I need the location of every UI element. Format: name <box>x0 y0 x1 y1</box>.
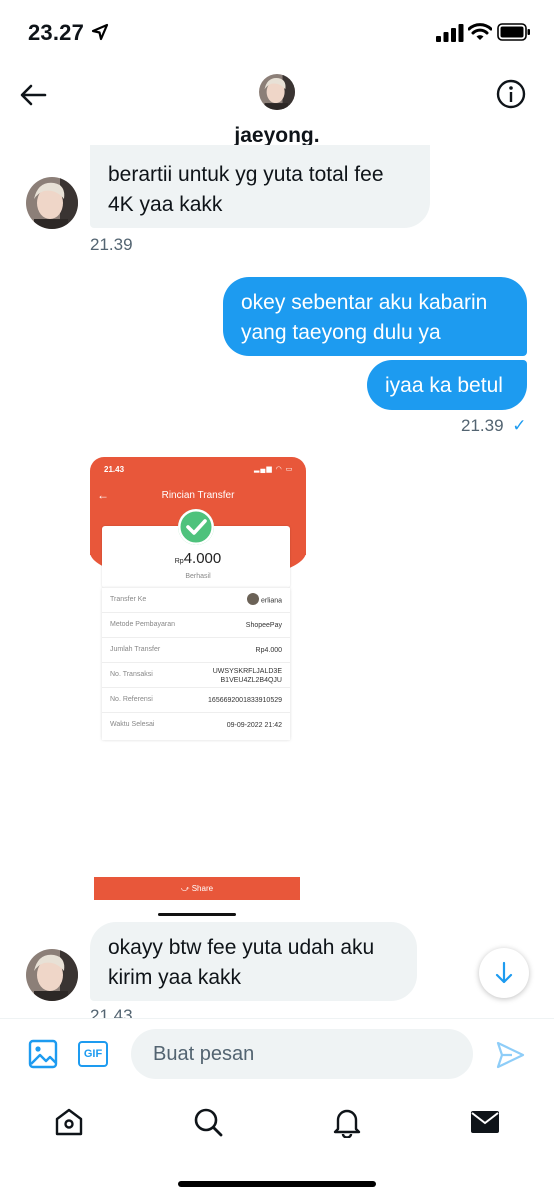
receipt-row: No. Referensi 1656692001833910529 <box>102 688 290 713</box>
receipt-row-value: Rp4.000 <box>255 647 282 654</box>
receipt-row: Transfer Ke erliana <box>102 588 290 613</box>
receipt-amount: Rp4.000 <box>90 550 306 567</box>
receipt-row-label: No. Transaksi <box>110 671 153 678</box>
check-icon <box>178 509 214 545</box>
status-time: 23.27 <box>28 20 85 45</box>
receipt-row: Jumlah Transfer Rp4.000 <box>102 638 290 663</box>
receipt-status-icons: ▂▄▆ ◠ ▭ <box>254 466 294 473</box>
home-indicator <box>178 1181 376 1187</box>
message-bubble-outgoing[interactable]: iyaa ka betul <box>367 360 527 410</box>
home-icon[interactable] <box>53 1106 85 1138</box>
receipt-row-label: Jumlah Transfer <box>110 646 161 653</box>
receipt-home-indicator <box>158 913 236 916</box>
sender-avatar[interactable] <box>26 949 78 1001</box>
receipt-amount-currency: Rp <box>174 558 184 565</box>
receipt-row-label: Waktu Selesai <box>110 721 155 728</box>
message-bubble-outgoing[interactable]: okey sebentar aku kabarin yang taeyong d… <box>223 277 527 356</box>
status-bar: 23.27 <box>0 0 554 66</box>
receipt-status-time: 21.43 <box>104 465 125 474</box>
message-timestamp: 21.39 <box>90 235 133 254</box>
send-icon[interactable] <box>494 1039 526 1071</box>
recipient-avatar <box>246 593 259 605</box>
battery-icon <box>497 23 530 41</box>
search-icon[interactable] <box>192 1106 224 1138</box>
image-attachment[interactable]: 21.43 ▂▄▆ ◠ ▭ ← Rincian Transfer Rp4.000… <box>90 452 306 904</box>
receipt-row: Metode Pembayaran ShopeePay <box>102 613 290 638</box>
receipt-details: Transfer Ke erliana Metode Pembayaran Sh… <box>102 588 290 740</box>
message-timestamp: 21.39 ✓ <box>461 416 527 436</box>
message-time: 21.39 <box>461 416 504 435</box>
location-arrow-icon <box>91 23 109 41</box>
message-bubble-incoming[interactable]: berartii untuk yg yuta total fee 4K yaa … <box>90 145 430 228</box>
receipt-share-button: ⤻ Share <box>94 877 300 900</box>
read-check-icon: ✓ <box>512 416 527 435</box>
receipt-row-value: erliana <box>246 593 282 605</box>
receipt-title: Rincian Transfer <box>161 490 235 501</box>
signal-icon <box>436 24 464 42</box>
back-arrow-icon[interactable] <box>18 80 48 110</box>
receipt-share-label: Share <box>191 884 214 893</box>
wifi-icon <box>468 23 492 40</box>
arrow-down-icon[interactable] <box>479 948 529 998</box>
receipt-row: Waktu Selesai 09-09-2022 21:42 <box>102 713 290 738</box>
header-avatar[interactable] <box>259 74 295 110</box>
recipient-name: erliana <box>260 597 282 605</box>
receipt-row-label: Metode Pembayaran <box>110 621 175 628</box>
receipt-row-label: Transfer Ke <box>110 596 147 603</box>
info-icon[interactable] <box>495 78 527 110</box>
message-bubble-incoming[interactable]: okayy btw fee yuta udah aku kirim yaa ka… <box>90 922 417 1001</box>
mail-icon[interactable] <box>469 1106 501 1138</box>
image-icon[interactable] <box>28 1039 58 1069</box>
receipt-row: No. Transaksi UWSYSKRFLJALD3E B1VEU4ZL2B… <box>102 663 290 688</box>
message-timestamp: 21.43 <box>90 1006 133 1018</box>
receipt-row-label: No. Referensi <box>110 696 153 703</box>
sender-avatar[interactable] <box>26 177 78 229</box>
receipt-amount-value: 4.000 <box>183 550 222 567</box>
message-input[interactable] <box>131 1029 473 1079</box>
receipt-row-value: 09-09-2022 21:42 <box>226 722 282 729</box>
receipt-status: Berhasil <box>185 573 211 580</box>
message-composer: GIF <box>0 1018 554 1090</box>
share-icon: ⤻ <box>180 884 192 893</box>
receipt-row-value: 1656692001833910529 <box>208 697 282 704</box>
bell-icon[interactable] <box>331 1106 363 1138</box>
receipt-row-value: UWSYSKRFLJALD3E B1VEU4ZL2B4QJU <box>212 668 282 684</box>
gif-icon[interactable]: GIF <box>78 1041 108 1067</box>
receipt-row-value: ShopeePay <box>245 622 282 629</box>
